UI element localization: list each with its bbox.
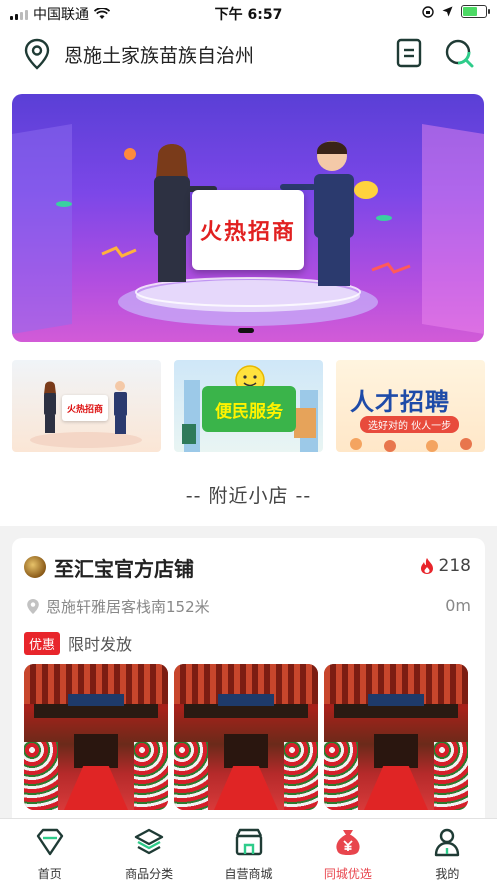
shop-photo[interactable] [324,664,468,810]
quick-link-investment[interactable]: 火热招商 [12,360,161,452]
convenience-sign: 便民服务 [202,386,296,432]
flame-icon [420,558,433,574]
tab-me-label: 我的 [435,867,460,881]
header: 恩施土家族苗族自治州 [0,26,497,82]
status-bar: 中国联通 下午 6:57 [0,0,497,26]
location-arrow-icon [442,6,453,17]
investment-sign: 火热招商 [62,395,108,421]
shop-address: 恩施轩雅居客栈南152米 [26,596,210,617]
bottom-tab-bar: 首页 商品分类 自营商城 同城优选 我的 [0,818,497,884]
shop-address-text: 恩施轩雅居客栈南152米 [46,598,210,616]
quick-link-convenience[interactable]: 便民服务 [174,360,323,452]
banner-section: 火热招商 [0,82,497,348]
section-title: -- 附近小店 -- [0,466,497,526]
promo-banner[interactable]: 火热招商 [12,94,484,342]
tab-categories[interactable]: 商品分类 [99,819,198,884]
recruit-illustration [350,438,472,452]
tab-home-label: 首页 [37,867,62,881]
search-icon[interactable] [444,38,474,68]
diamond-home-icon [36,828,63,856]
tab-categories-label: 商品分类 [125,867,174,881]
tab-local-picks-label: 同城优选 [323,867,372,881]
layers-icon [134,828,164,855]
shop-name[interactable]: 至汇宝官方店铺 [54,553,194,582]
hot-count: 218 [419,556,471,576]
tab-store[interactable]: 自营商城 [199,819,298,884]
location-pin-icon [27,599,39,614]
tab-store-label: 自营商城 [224,867,273,881]
quick-link-recruit[interactable]: 人才招聘 选好对的 伙人一步 [336,360,485,452]
promo-tag: 优惠 [24,631,61,655]
city-selector[interactable]: 恩施土家族苗族自治州 [64,41,254,68]
tab-me[interactable]: 我的 [398,819,497,884]
shop-card[interactable]: 至汇宝官方店铺 218 恩施轩雅居客栈南152米 0m 优惠 限时发放 [12,538,485,828]
quick-links: 火热招商 便民服务 人才招聘 选好对的 伙人一步 [0,348,497,466]
promo-row: 优惠 限时发放 [24,631,132,655]
promo-text: 限时发放 [68,635,133,654]
rotation-lock-icon [422,5,434,18]
shop-photo[interactable] [24,664,168,810]
hot-count-value: 218 [438,556,471,576]
user-icon [435,828,460,857]
location-pin-icon[interactable] [24,38,50,70]
battery-icon [461,5,490,18]
list-icon[interactable] [396,38,422,68]
tab-home[interactable]: 首页 [0,819,99,884]
shop-photo[interactable] [174,664,318,810]
shop-distance: 0m [445,596,471,615]
shop-logo [24,556,46,578]
banner-sign: 火热招商 [192,190,304,270]
store-icon [235,828,262,856]
money-bag-icon [336,830,360,855]
banner-page-indicator [238,328,254,333]
tab-local-picks[interactable]: 同城优选 [298,819,397,884]
